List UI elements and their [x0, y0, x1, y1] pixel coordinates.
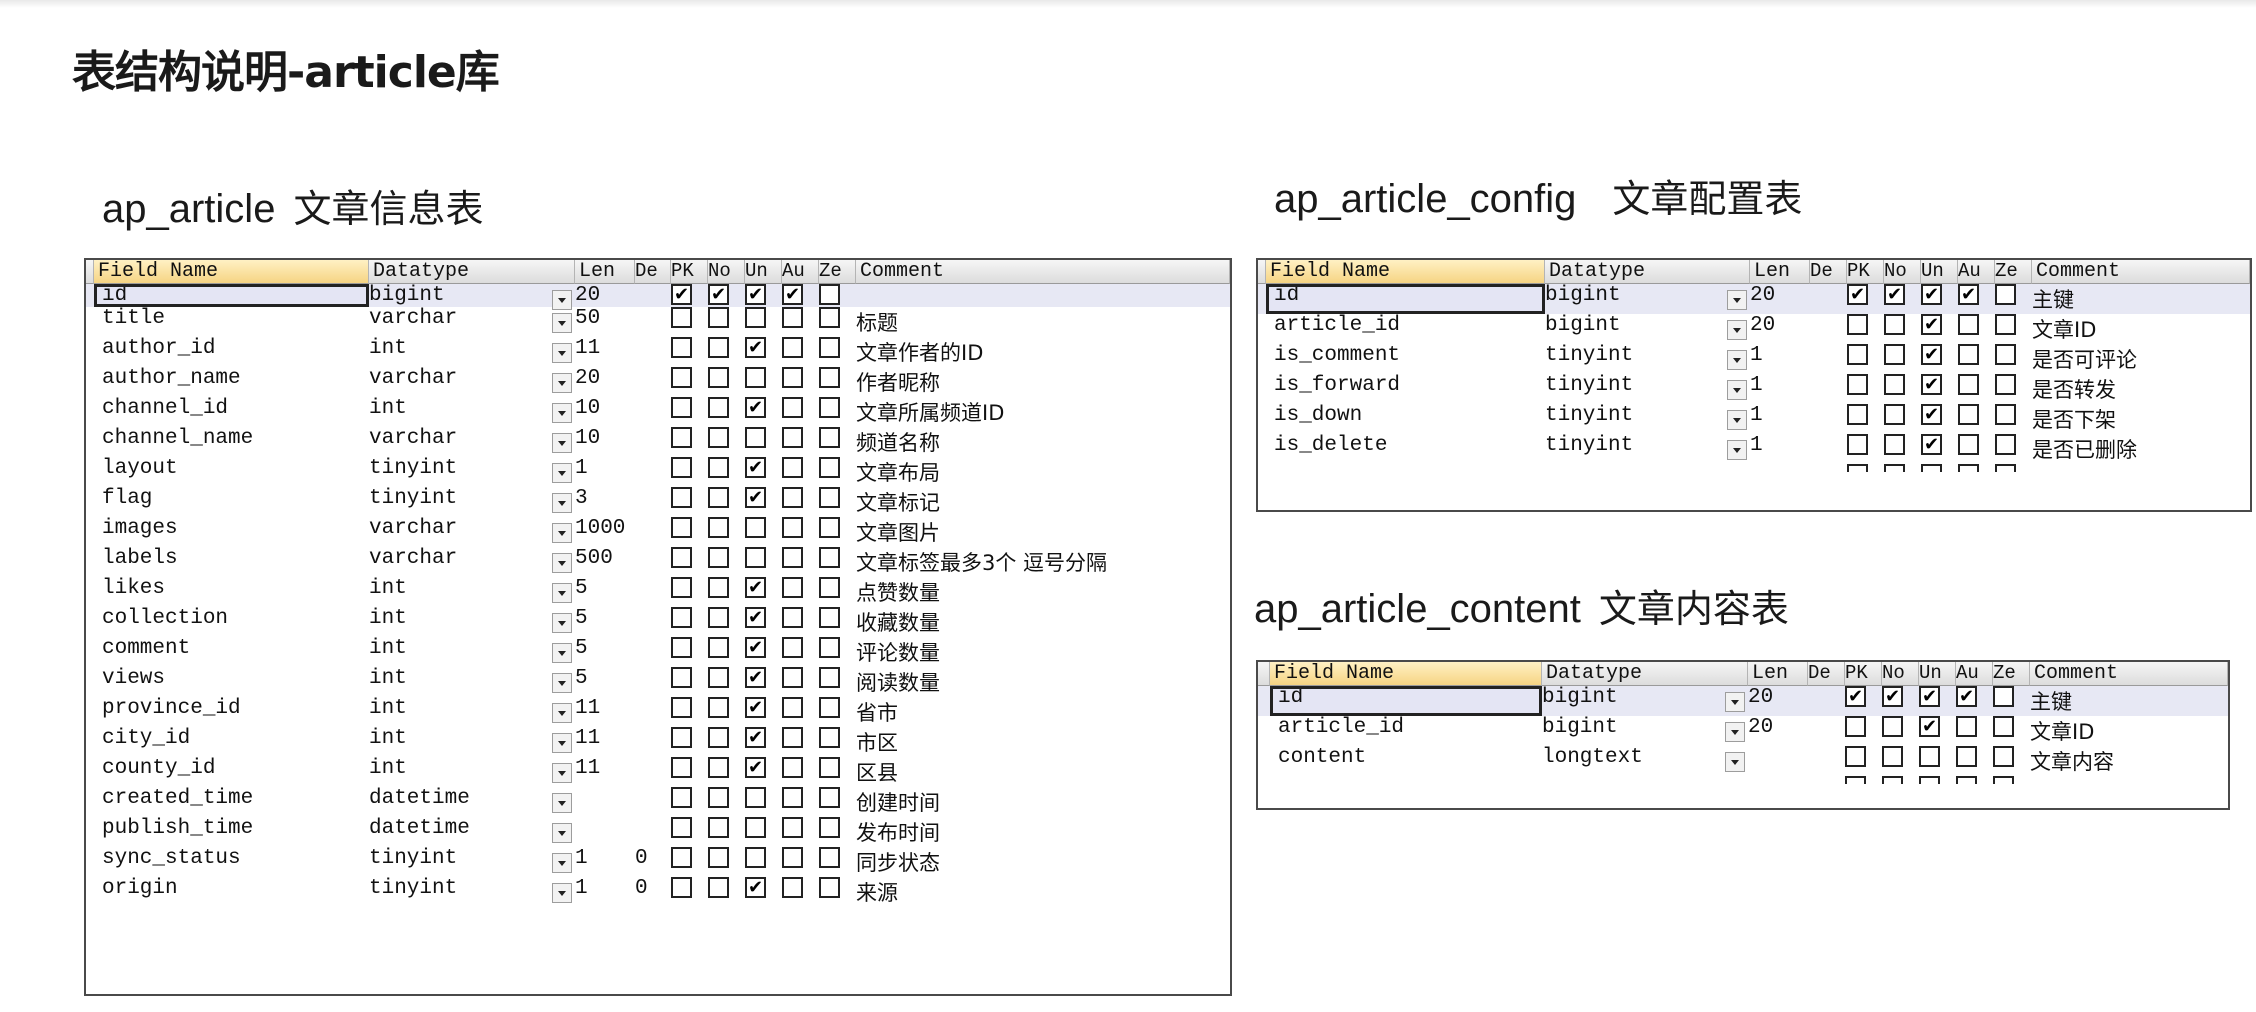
table-cn-name: 文章内容表 — [1598, 587, 1789, 631]
section-title-ap-article-config: ap_article_config 文章配置表 — [1274, 168, 1802, 223]
table-ap-article-content: Field NameDatatypeLenDePKNoUnAuZeComment… — [1256, 660, 2230, 810]
table-cn-name: 文章配置表 — [1612, 177, 1803, 221]
top-edge — [0, 0, 2256, 8]
section-title-ap-article-content: ap_article_content 文章内容表 — [1254, 578, 1789, 633]
table-grid: Field NameDatatypeLenDePKNoUnAuZeComment… — [1258, 260, 2250, 474]
table-name: ap_article_config — [1274, 177, 1577, 221]
table-name: ap_article_content — [1254, 587, 1581, 631]
page-title: 表结构说明-article库 — [72, 47, 500, 98]
table-cn-name: 文章信息表 — [293, 187, 484, 231]
table-grid: Field NameDatatypeLenDePKNoUnAuZeComment… — [86, 260, 1230, 907]
table-grid: Field NameDatatypeLenDePKNoUnAuZeComment… — [1258, 662, 2228, 786]
table-ap-article: Field NameDatatypeLenDePKNoUnAuZeComment… — [84, 258, 1232, 996]
table-name: ap_article — [102, 187, 276, 231]
section-title-ap-article: ap_article 文章信息表 — [102, 178, 483, 233]
table-ap-article-config: Field NameDatatypeLenDePKNoUnAuZeComment… — [1256, 258, 2252, 512]
